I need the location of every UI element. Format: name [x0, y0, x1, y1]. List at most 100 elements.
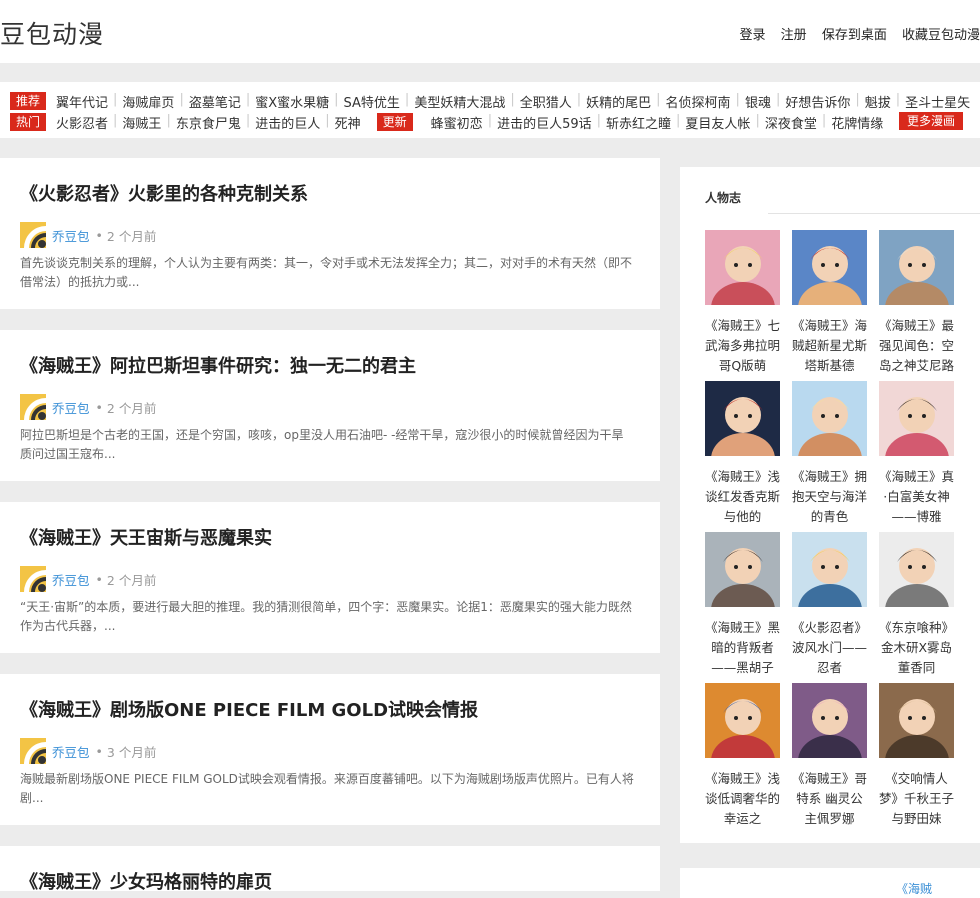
- post-excerpt: 阿拉巴斯坦是个古老的王国，还是个穷国，咳咳，op里没人用石油吧- -经常干旱，寇…: [20, 428, 624, 461]
- author-link[interactable]: 乔豆包: [52, 570, 90, 589]
- tokyo-ghoul-image[interactable]: [879, 532, 954, 607]
- recommend-link[interactable]: 圣斗士星矢: [905, 92, 970, 111]
- nav-separator: |: [245, 91, 251, 107]
- bookmark-site-link[interactable]: 收藏豆包动漫: [902, 28, 980, 43]
- recommend-row: 推荐 翼年代记 | 海贼扉页 | 盗墓笔记 | 蜜X蜜水果糖 | SA特优生 | 美型妖精大混战 | 全…: [10, 91, 970, 111]
- update-link[interactable]: 进击的巨人59话: [497, 113, 592, 132]
- character-card[interactable]: 《海贼王》拥抱天空与海洋的青色: [792, 381, 867, 527]
- character-card[interactable]: 《海贼王》真·白富美女神——博雅: [879, 381, 954, 527]
- recommend-link[interactable]: 全职猎人: [520, 92, 572, 111]
- post-title[interactable]: 《海贼王》少女玛格丽特的扉页: [20, 868, 272, 894]
- post-time: 3 个月前: [106, 744, 157, 760]
- recommend-link[interactable]: 魁拔: [865, 92, 891, 111]
- character-card[interactable]: 《东京喰种》金木研X雾岛董香同: [879, 532, 954, 678]
- minato-image[interactable]: [792, 532, 867, 607]
- recommend-link[interactable]: 好想告诉你: [785, 92, 850, 111]
- recommend-link[interactable]: 妖精的尾巴: [586, 92, 651, 111]
- blackbeard-image[interactable]: [705, 532, 780, 607]
- author-link[interactable]: 乔豆包: [52, 398, 90, 417]
- recommend-items: 翼年代记 | 海贼扉页 | 盗墓笔记 | 蜜X蜜水果糖 | SA特优生 | 美型妖精大混战 | 全职猎人…: [56, 92, 970, 111]
- update-link[interactable]: 蜂蜜初恋: [431, 113, 483, 132]
- character-caption: 《海贼王》真·白富美女神——博雅: [879, 469, 954, 524]
- hot-items: 火影忍者 | 海贼王 | 东京食尸鬼 | 进击的巨人 | 死神: [56, 113, 361, 132]
- category-nav: 推荐 翼年代记 | 海贼扉页 | 盗墓笔记 | 蜜X蜜水果糖 | SA特优生 | 美型妖精大混战 | 全…: [0, 82, 980, 138]
- update-link[interactable]: 花牌情缘: [831, 113, 883, 132]
- post-card: 《海贼王》天王宙斯与恶魔果实 乔豆包 • 2 个月前 “天王·宙斯”的本质，要进…: [0, 502, 660, 653]
- recommend-link[interactable]: 银魂: [745, 92, 771, 111]
- author-link[interactable]: 乔豆包: [52, 226, 90, 245]
- nav-separator: |: [775, 91, 781, 107]
- sidebar-widget-link[interactable]: 《海贼: [896, 880, 932, 897]
- hot-link[interactable]: 死神: [335, 113, 361, 132]
- character-sidebar: 人物志 《海贼王》七武海多弗拉明哥Q版萌 《海贼王》海贼超新星尤斯塔斯基德 《海贼王…: [680, 167, 980, 843]
- post-title[interactable]: 《海贼王》剧场版ONE PIECE FILM GOLD试映会情报: [20, 696, 478, 722]
- register-link[interactable]: 注册: [781, 28, 807, 43]
- post-title[interactable]: 《海贼王》阿拉巴斯坦事件研究：独一无二的君主: [20, 352, 416, 378]
- doflamingo-image[interactable]: [705, 230, 780, 305]
- buggy-image[interactable]: [705, 683, 780, 758]
- character-card[interactable]: 《海贼王》七武海多弗拉明哥Q版萌: [705, 230, 780, 376]
- more-comics-button[interactable]: 更多漫画: [899, 112, 964, 130]
- character-caption: 《海贼王》海贼超新星尤斯塔斯基德: [792, 318, 867, 373]
- hot-link[interactable]: 火影忍者: [56, 113, 108, 132]
- nav-separator: |: [676, 112, 681, 128]
- post-title[interactable]: 《海贼王》天王宙斯与恶魔果实: [20, 524, 272, 550]
- character-card[interactable]: 《海贼王》最强见闻色：空岛之神艾尼路: [879, 230, 954, 376]
- divider: [768, 213, 980, 214]
- hancock-image[interactable]: [879, 381, 954, 456]
- enel-image[interactable]: [879, 230, 954, 305]
- marco-image[interactable]: [792, 381, 867, 456]
- recommend-link[interactable]: SA特优生: [344, 92, 400, 111]
- update-link[interactable]: 深夜食堂: [765, 113, 817, 132]
- recommend-link[interactable]: 翼年代记: [56, 92, 108, 111]
- recommend-link[interactable]: 蜜X蜜水果糖: [255, 92, 329, 111]
- nav-separator: |: [821, 112, 827, 128]
- nav-separator: |: [735, 91, 740, 107]
- shanks-image[interactable]: [705, 381, 780, 456]
- update-badge: 更新: [376, 113, 413, 131]
- nav-separator: |: [510, 91, 515, 107]
- meta-separator: •: [95, 571, 103, 587]
- recommend-link[interactable]: 海贼扉页: [122, 92, 174, 111]
- nav-separator: |: [656, 91, 661, 107]
- hot-link[interactable]: 东京食尸鬼: [176, 113, 241, 132]
- nav-separator: |: [596, 112, 602, 128]
- post-excerpt: “天王·宙斯”的本质，要进行最大胆的推理。我的猜测很简单，四个字：恶魔果实。论据…: [20, 600, 632, 633]
- avatar: [20, 566, 46, 592]
- hot-link[interactable]: 海贼王: [122, 113, 161, 132]
- nodame-image[interactable]: [879, 683, 954, 758]
- hot-badge: 热门: [10, 113, 47, 131]
- hot-row: 热门 火影忍者 | 海贼王 | 东京食尸鬼 | 进击的巨人 | 死神 更新 蜂蜜初恋 | 进击的巨人…: [10, 112, 883, 132]
- meta-separator: •: [95, 743, 103, 759]
- post-time: 2 个月前: [106, 400, 157, 416]
- recommend-link[interactable]: 盗墓笔记: [189, 92, 241, 111]
- hot-link[interactable]: 进击的巨人: [255, 113, 320, 132]
- character-caption: 《海贼王》拥抱天空与海洋的青色: [792, 469, 867, 524]
- character-card[interactable]: 《海贼王》海贼超新星尤斯塔斯基德: [792, 230, 867, 376]
- post-title[interactable]: 《火影忍者》火影里的各种克制关系: [20, 180, 308, 206]
- update-link[interactable]: 斩赤红之瞳: [606, 113, 671, 132]
- post-time: 2 个月前: [106, 228, 157, 244]
- author-link[interactable]: 乔豆包: [52, 742, 90, 761]
- post-card: 《海贼王》阿拉巴斯坦事件研究：独一无二的君主 乔豆包 • 2 个月前 阿拉巴斯坦…: [0, 330, 660, 481]
- recommend-link[interactable]: 美型妖精大混战: [414, 92, 505, 111]
- character-card[interactable]: 《交响情人梦》千秋王子与野田妹: [879, 683, 954, 829]
- login-link[interactable]: 登录: [740, 28, 766, 43]
- character-caption: 《海贼王》七武海多弗拉明哥Q版萌: [705, 318, 780, 373]
- header-links: 登录 注册 保存到桌面 收藏豆包动漫: [729, 24, 980, 43]
- post-meta: 乔豆包 • 2 个月前: [20, 222, 156, 248]
- character-card[interactable]: 《海贼王》浅谈红发香克斯与他的: [705, 381, 780, 527]
- save-to-desktop-link[interactable]: 保存到桌面: [822, 28, 887, 43]
- perona-image[interactable]: [792, 683, 867, 758]
- update-link[interactable]: 夏目友人帐: [685, 113, 750, 132]
- character-card[interactable]: 《海贼王》黑暗的背叛者——黑胡子: [705, 532, 780, 678]
- character-card[interactable]: 《海贼王》浅谈低调奢华的幸运之: [705, 683, 780, 829]
- character-card[interactable]: 《海贼王》哥特系 幽灵公主佩罗娜: [792, 683, 867, 829]
- site-logo[interactable]: 豆包动漫: [0, 15, 104, 51]
- recommend-link[interactable]: 名侦探柯南: [666, 92, 731, 111]
- meta-separator: •: [95, 399, 103, 415]
- character-card[interactable]: 《火影忍者》波风水门——忍者: [792, 532, 867, 678]
- character-caption: 《海贼王》黑暗的背叛者——黑胡子: [705, 620, 780, 675]
- kid-image[interactable]: [792, 230, 867, 305]
- post-meta: 乔豆包 • 2 个月前: [20, 394, 156, 420]
